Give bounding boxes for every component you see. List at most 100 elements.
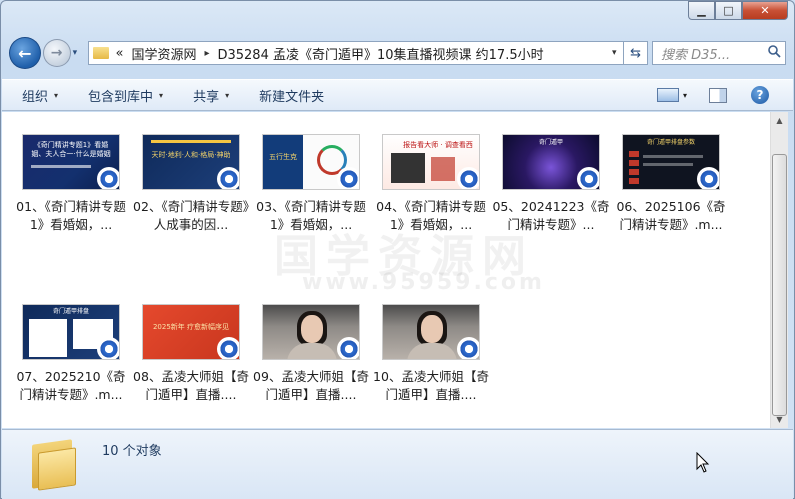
new-folder-button[interactable]: 新建文件夹 [259,86,324,105]
crumb-overflow[interactable]: « [115,46,123,61]
thumbnail-photo [391,153,425,183]
file-item[interactable]: 报告看大师 · 调查看西 04、《奇门精讲专题1》看婚姻，... [372,134,490,234]
breadcrumb-separator-icon[interactable]: ▸ [204,48,209,59]
folder-icon [93,47,110,59]
file-item[interactable]: 奇门遁甲排盘 07、2025210《奇门精讲专题》.m... [12,304,130,404]
forward-button[interactable]: → [42,39,71,67]
thumbnail-line [151,140,231,143]
explorer-window: ▁ □ ✕ ← → ▾ « 国学资源网 ▸ D35284 孟凌《奇门遁甲》10集… [0,0,795,499]
thumbnail-line [31,165,91,168]
video-file-icon [457,167,479,189]
thumbnail-table [629,151,639,187]
person-face [301,315,323,343]
file-item[interactable]: 《奇门精讲专题1》看婚姻、夫人合一·什么是婚姻 01、《奇门精讲专题1》看婚姻，… [12,134,130,234]
close-button[interactable]: ✕ [742,1,788,20]
folder-icon [32,438,78,491]
navigation-bar: ← → ▾ « 国学资源网 ▸ D35284 孟凌《奇门遁甲》10集直播视频课 … [9,37,787,69]
file-list[interactable]: 国学资源网 www.95959.com 《奇门精讲专题1》看婚姻、夫人合一·什么… [2,112,770,428]
include-library-label: 包含到库中 [88,89,154,105]
video-file-icon [97,337,119,359]
vertical-scrollbar[interactable]: ▲ ▼ [770,112,788,428]
thumbnail-line [643,155,703,158]
video-thumbnail: 五行生克 [262,134,360,190]
file-name: 08、孟凌大师姐【奇门遁甲】直播.... [133,369,249,402]
file-item[interactable]: 五行生克 03、《奇门精讲专题1》看婚姻，... [252,134,370,234]
chevron-down-icon: ▾ [54,90,59,100]
file-name: 01、《奇门精讲专题1》看婚姻，... [16,199,126,232]
include-in-library-menu[interactable]: 包含到库中 ▾ [88,86,163,105]
thumbnail-grid [29,319,67,357]
file-name: 07、2025210《奇门精讲专题》.m... [16,369,126,402]
watermark-url: www.95959.com [302,270,545,295]
file-name: 10、孟凌大师姐【奇门遁甲】直播.... [373,369,489,402]
details-pane: 10 个对象 [2,429,793,499]
preview-pane-icon[interactable] [709,87,727,103]
caption-buttons: ▁ □ ✕ [688,1,788,20]
video-file-icon [337,167,359,189]
file-item[interactable]: 09、孟凌大师姐【奇门遁甲】直播.... [252,304,370,404]
share-label: 共享 [193,89,220,105]
thumbnail-text: 奇门遁甲 [538,139,563,146]
organize-menu[interactable]: 组织 ▾ [22,86,58,105]
video-file-icon [97,167,119,189]
thumbnail-text: 天时·地利·人和·格局·神助 [151,151,231,159]
minimize-button[interactable]: ▁ [688,1,715,20]
video-thumbnail: 奇门遁甲排盘 [22,304,120,360]
scrollbar-thumb[interactable] [772,154,787,416]
breadcrumb-current[interactable]: D35284 孟凌《奇门遁甲》10集直播视频课 约17.5小时 [217,44,543,63]
file-name: 03、《奇门精讲专题1》看婚姻，... [256,199,366,232]
file-item[interactable]: 奇门遁甲 05、20241223《奇门精讲专题》... [492,134,610,234]
view-options-icon[interactable] [656,88,679,102]
thumbnail-text: 《奇门精讲专题1》看婚姻、夫人合一·什么是婚姻 [31,141,111,158]
person-face [421,315,443,343]
search-placeholder: 搜索 D35... [661,47,731,63]
video-file-icon [697,167,719,189]
video-thumbnail [382,304,480,360]
video-file-icon [577,167,599,189]
video-thumbnail: 奇门遁甲 [502,134,600,190]
file-name: 02、《奇门精讲专题》人成事的因... [133,199,249,232]
scroll-down-icon[interactable]: ▼ [771,411,788,428]
chevron-down-icon: ▾ [159,90,164,100]
video-thumbnail: 报告看大师 · 调查看西 [382,134,480,190]
person-body [287,343,337,359]
thumbnail-text: 五行生克 [269,153,297,161]
file-name: 05、20241223《奇门精讲专题》... [492,199,610,232]
thumbnail-line [643,163,693,166]
recent-pages-button[interactable]: ▾ [73,48,85,58]
item-count: 10 个对象 [102,444,162,459]
chevron-down-icon: ▾ [225,90,230,100]
video-thumbnail: 《奇门精讲专题1》看婚姻、夫人合一·什么是婚姻 [22,134,120,190]
refresh-button[interactable]: ⇆ [624,41,649,65]
video-file-icon [337,337,359,359]
search-input[interactable]: 搜索 D35... [652,41,787,65]
organize-label: 组织 [22,89,49,105]
address-dropdown-icon[interactable]: ▾ [605,48,623,58]
maximize-button[interactable]: □ [715,1,742,20]
file-name: 04、《奇门精讲专题1》看婚姻，... [376,199,486,232]
view-dropdown-icon[interactable]: ▾ [683,91,687,100]
help-icon[interactable]: ? [751,86,769,104]
thumbnail-photo [431,157,455,181]
command-bar: 组织 ▾ 包含到库中 ▾ 共享 ▾ 新建文件夹 ▾ ? [2,79,793,111]
file-item[interactable]: 2025新年 疗愈新幅序见 08、孟凌大师姐【奇门遁甲】直播.... [132,304,250,404]
file-item[interactable]: 10、孟凌大师姐【奇门遁甲】直播.... [372,304,490,404]
video-file-icon [217,167,239,189]
new-folder-label: 新建文件夹 [259,89,325,105]
address-bar[interactable]: « 国学资源网 ▸ D35284 孟凌《奇门遁甲》10集直播视频课 约17.5小… [88,41,625,65]
video-thumbnail: 奇门遁甲排盘参数 [622,134,720,190]
video-thumbnail: 天时·地利·人和·格局·神助 [142,134,240,190]
file-item[interactable]: 奇门遁甲排盘参数 06、2025106《奇门精讲专题》.m... [612,134,730,234]
breadcrumb-root[interactable]: 国学资源网 [131,44,196,63]
back-button[interactable]: ← [9,37,41,69]
thumbnail-text: 2025新年 疗愈新幅序见 [152,323,230,331]
scroll-up-icon[interactable]: ▲ [771,112,788,129]
thumbnail-text: 奇门遁甲排盘参数 [646,139,695,146]
file-name: 09、孟凌大师姐【奇门遁甲】直播.... [253,369,369,402]
video-thumbnail: 2025新年 疗愈新幅序见 [142,304,240,360]
search-icon[interactable] [763,44,785,62]
folder-front [38,447,76,491]
file-item[interactable]: 天时·地利·人和·格局·神助 02、《奇门精讲专题》人成事的因... [132,134,250,234]
share-menu[interactable]: 共享 ▾ [193,86,229,105]
person-body [407,343,457,359]
